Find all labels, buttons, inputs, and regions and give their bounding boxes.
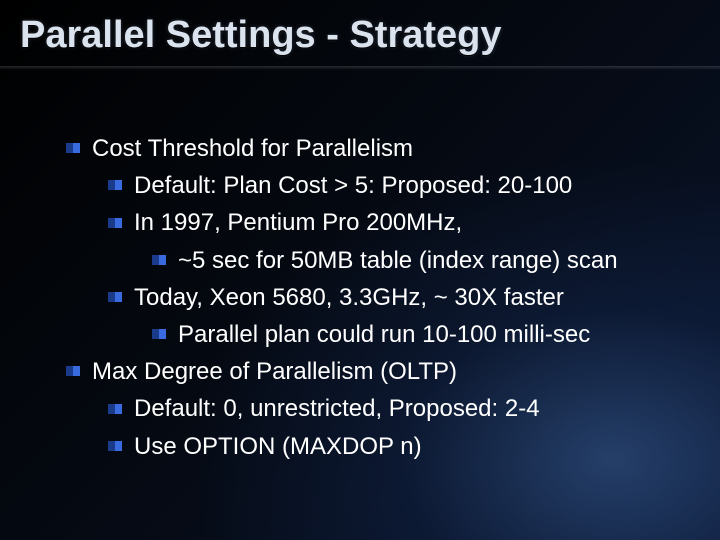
list-item: Default: Plan Cost > 5: Proposed: 20-100 <box>66 167 680 204</box>
bullet-icon <box>66 143 80 153</box>
list-item-text: Today, Xeon 5680, 3.3GHz, ~ 30X faster <box>134 284 564 311</box>
list-item-text: Use OPTION (MAXDOP n) <box>134 433 422 460</box>
list-item-text: ~5 sec for 50MB table (index range) scan <box>178 247 618 274</box>
list-item: Today, Xeon 5680, 3.3GHz, ~ 30X faster <box>66 279 680 316</box>
bullet-icon <box>108 404 122 414</box>
bullet-icon <box>152 255 166 265</box>
list-item: ~5 sec for 50MB table (index range) scan <box>66 242 680 279</box>
list-item: In 1997, Pentium Pro 200MHz, <box>66 204 680 241</box>
bullet-icon <box>152 329 166 339</box>
slide-body: Cost Threshold for Parallelism Default: … <box>66 130 680 465</box>
list-item: Max Degree of Parallelism (OLTP) <box>66 353 680 390</box>
list-item: Parallel plan could run 10-100 milli-sec <box>66 316 680 353</box>
list-item-text: Default: 0, unrestricted, Proposed: 2-4 <box>134 395 540 422</box>
list-item-text: Default: Plan Cost > 5: Proposed: 20-100 <box>134 172 572 199</box>
slide-title: Parallel Settings - Strategy <box>20 14 502 57</box>
list-item: Default: 0, unrestricted, Proposed: 2-4 <box>66 390 680 427</box>
list-item-text: Parallel plan could run 10-100 milli-sec <box>178 321 590 348</box>
bullet-icon <box>108 180 122 190</box>
bullet-icon <box>108 441 122 451</box>
list-item-text: Max Degree of Parallelism (OLTP) <box>92 358 457 385</box>
list-item: Cost Threshold for Parallelism <box>66 130 680 167</box>
bullet-icon <box>108 292 122 302</box>
list-item-text: In 1997, Pentium Pro 200MHz, <box>134 209 462 236</box>
title-underline <box>0 66 720 70</box>
list-item: Use OPTION (MAXDOP n) <box>66 428 680 465</box>
bullet-icon <box>66 366 80 376</box>
slide: Parallel Settings - Strategy Cost Thresh… <box>0 0 720 540</box>
list-item-text: Cost Threshold for Parallelism <box>92 135 413 162</box>
bullet-icon <box>108 218 122 228</box>
